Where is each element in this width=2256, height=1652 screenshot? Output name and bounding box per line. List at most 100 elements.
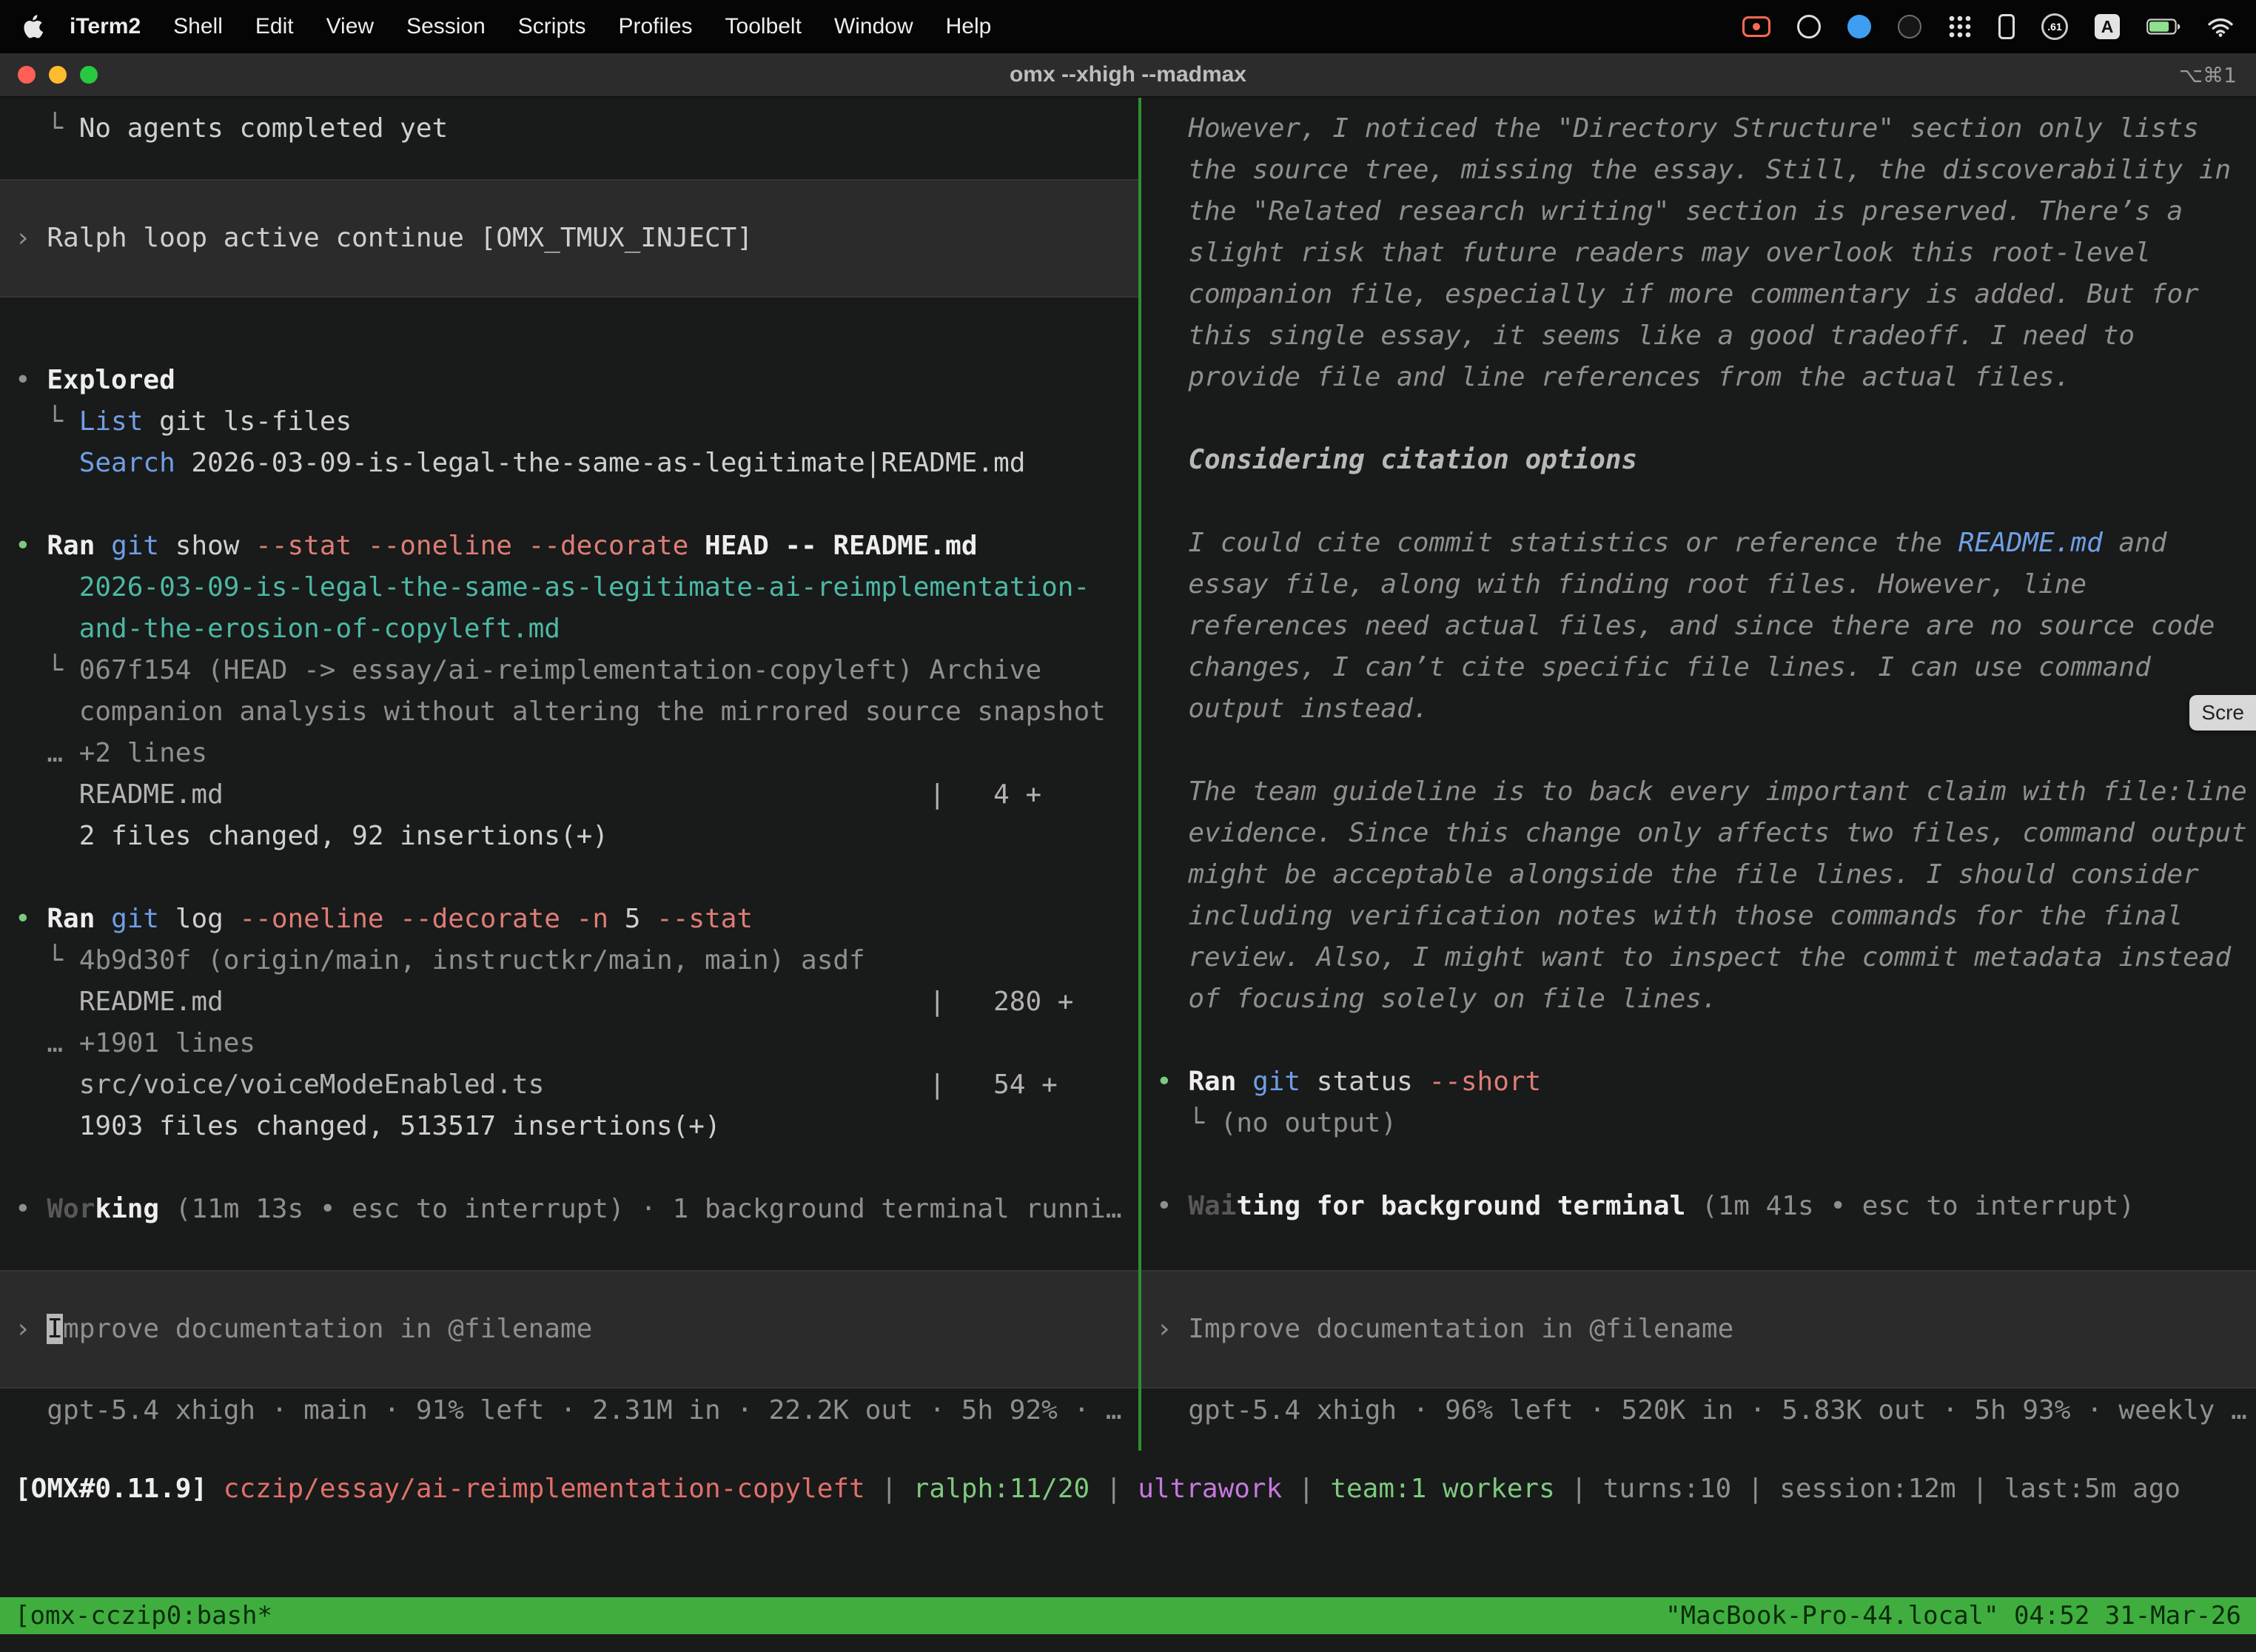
apps-grid-icon[interactable] bbox=[1948, 15, 1972, 38]
terminal-line: • Waiting for background terminal (1m 41… bbox=[1156, 1186, 2256, 1227]
terminal-line: › Improve documentation in @filename bbox=[1156, 1309, 2256, 1350]
gauge-icon[interactable]: .61 bbox=[2041, 13, 2068, 40]
terminal-line: companion analysis without altering the … bbox=[15, 691, 1138, 733]
terminal-line: • Explored bbox=[15, 360, 1138, 401]
blank-line bbox=[1156, 398, 2256, 440]
terminal-line: 2026-03-09-is-legal-the-same-as-legitima… bbox=[15, 567, 1138, 608]
menu-item-shell[interactable]: Shell bbox=[157, 14, 239, 39]
menu-item-iterm2[interactable]: iTerm2 bbox=[53, 14, 157, 39]
terminal-line: └ No agents completed yet bbox=[15, 108, 1138, 150]
terminal-line: … +1901 lines bbox=[15, 1023, 1138, 1064]
omx-status-bar: [OMX#0.11.9] cczip/essay/ai-reimplementa… bbox=[0, 1468, 2256, 1510]
terminal-line: src/voice/voiceModeEnabled.ts | 54 + bbox=[15, 1064, 1138, 1106]
menu-item-help[interactable]: Help bbox=[930, 14, 1008, 39]
blank-line bbox=[1156, 1020, 2256, 1061]
terminal-line: review. Also, I might want to inspect th… bbox=[1156, 937, 2256, 978]
window-shortcut-badge: ⌥⌘1 bbox=[2179, 63, 2256, 87]
menu-item-scripts[interactable]: Scripts bbox=[502, 14, 602, 39]
blank-line bbox=[15, 1147, 1138, 1189]
close-button[interactable] bbox=[18, 66, 36, 84]
terminal-line: README.md | 4 + bbox=[15, 774, 1138, 816]
blank-line bbox=[1156, 730, 2256, 771]
blank-line bbox=[15, 857, 1138, 899]
screen-recording-icon[interactable] bbox=[1742, 16, 1770, 37]
battery-icon[interactable] bbox=[2146, 19, 2181, 35]
menu-status-icons: .61 A bbox=[1742, 13, 2234, 40]
blank-line bbox=[1156, 1144, 2256, 1186]
terminal-line: › Ralph loop active continue [OMX_TMUX_I… bbox=[15, 218, 1138, 259]
terminal-line: changes, I can’t cite specific file line… bbox=[1156, 647, 2256, 688]
terminal-line: └ (no output) bbox=[1156, 1103, 2256, 1144]
menu-items: iTerm2ShellEditViewSessionScriptsProfile… bbox=[53, 14, 1007, 39]
terminal-line: the "Related research writing" section i… bbox=[1156, 191, 2256, 232]
terminal-line: The team guideline is to back every impo… bbox=[1156, 771, 2256, 813]
right-session-stats: gpt-5.4 xhigh · 96% left · 520K in · 5.8… bbox=[1156, 1390, 2256, 1431]
browser-icon[interactable] bbox=[1797, 15, 1821, 38]
traffic-lights bbox=[0, 66, 98, 84]
menu-item-window[interactable]: Window bbox=[818, 14, 930, 39]
apple-menu-icon[interactable] bbox=[22, 14, 43, 39]
left-terminal-pane[interactable]: └ No agents completed yet › Ralph loop a… bbox=[0, 98, 1138, 1451]
terminal-line: of focusing solely on file lines. bbox=[1156, 978, 2256, 1020]
terminal-line: references need actual files, and since … bbox=[1156, 605, 2256, 647]
terminal-line: evidence. Since this change only affects… bbox=[1156, 813, 2256, 854]
input-source-icon[interactable]: A bbox=[2095, 14, 2120, 39]
terminal-line: this single essay, it seems like a good … bbox=[1156, 315, 2256, 357]
app-icon-dark[interactable] bbox=[1898, 15, 1921, 38]
terminal-line: Search 2026-03-09-is-legal-the-same-as-l… bbox=[15, 443, 1138, 484]
ralph-inject-banner: › Ralph loop active continue [OMX_TMUX_I… bbox=[0, 179, 1138, 298]
terminal-line: including verification notes with those … bbox=[1156, 896, 2256, 937]
terminal-line: … +2 lines bbox=[15, 733, 1138, 774]
menu-item-toolbelt[interactable]: Toolbelt bbox=[709, 14, 818, 39]
terminal-line: the source tree, missing the essay. Stil… bbox=[1156, 150, 2256, 191]
terminal-line: might be acceptable alongside the file l… bbox=[1156, 854, 2256, 896]
left-pane-scrollback: • Explored └ List git ls-files Search 20… bbox=[15, 360, 1138, 1230]
blank-line bbox=[1156, 481, 2256, 523]
terminal-line: • Ran git show --stat --oneline --decora… bbox=[15, 526, 1138, 567]
menu-item-view[interactable]: View bbox=[310, 14, 390, 39]
tmux-session-label: [omx-cczip0:bash* bbox=[15, 1601, 272, 1631]
phone-icon[interactable] bbox=[1998, 14, 2015, 39]
terminal-line: essay file, along with finding root file… bbox=[1156, 564, 2256, 605]
terminal-line: └ 4b9d30f (origin/main, instructkr/main,… bbox=[15, 940, 1138, 981]
terminal-line: README.md | 280 + bbox=[15, 981, 1138, 1023]
terminal-line: and-the-erosion-of-copyleft.md bbox=[15, 608, 1138, 650]
left-session-stats: gpt-5.4 xhigh · main · 91% left · 2.31M … bbox=[15, 1390, 1138, 1431]
terminal-line: provide file and line references from th… bbox=[1156, 357, 2256, 398]
right-terminal-pane[interactable]: However, I noticed the "Directory Struct… bbox=[1141, 98, 2256, 1451]
terminal-line: • Ran git status --short bbox=[1156, 1061, 2256, 1103]
app-icon-blue[interactable] bbox=[1847, 15, 1871, 38]
screenshot-root: iTerm2ShellEditViewSessionScriptsProfile… bbox=[0, 0, 2256, 1652]
wifi-icon[interactable] bbox=[2207, 17, 2234, 37]
terminal-line: › Improve documentation in @filename bbox=[15, 1309, 1138, 1350]
blank-line bbox=[15, 484, 1138, 526]
tmux-panes: └ No agents completed yet › Ralph loop a… bbox=[0, 98, 2256, 1451]
left-prompt-input[interactable]: › Improve documentation in @filename bbox=[0, 1270, 1138, 1389]
window-title: omx --xhigh --madmax bbox=[0, 62, 2256, 87]
left-pane-top: └ No agents completed yet bbox=[15, 108, 1138, 150]
screen-tooltip: Scre bbox=[2189, 695, 2256, 731]
fullscreen-button[interactable] bbox=[80, 66, 98, 84]
terminal-line: I could cite commit statistics or refere… bbox=[1156, 523, 2256, 564]
terminal-line: • Ran git log --oneline --decorate -n 5 … bbox=[15, 899, 1138, 940]
right-pane-scrollback: However, I noticed the "Directory Struct… bbox=[1156, 108, 2256, 1227]
menu-item-profiles[interactable]: Profiles bbox=[602, 14, 708, 39]
left-pane-bottom: › Improve documentation in @filename gpt… bbox=[15, 1270, 1138, 1431]
right-prompt-input[interactable]: › Improve documentation in @filename bbox=[1141, 1270, 2256, 1389]
terminal-line: Considering citation options bbox=[1156, 440, 2256, 481]
terminal-line: gpt-5.4 xhigh · main · 91% left · 2.31M … bbox=[15, 1390, 1138, 1431]
terminal-line: output instead. bbox=[1156, 688, 2256, 730]
terminal-line: • Working (11m 13s • esc to interrupt) ·… bbox=[15, 1189, 1138, 1230]
menu-item-edit[interactable]: Edit bbox=[239, 14, 310, 39]
menu-item-session[interactable]: Session bbox=[390, 14, 502, 39]
window-title-bar[interactable]: omx --xhigh --madmax ⌥⌘1 bbox=[0, 53, 2256, 98]
terminal-line: companion file, especially if more comme… bbox=[1156, 274, 2256, 315]
tmux-host-clock: "MacBook-Pro-44.local" 04:52 31-Mar-26 bbox=[1665, 1601, 2241, 1631]
tmux-status-bar: [omx-cczip0:bash* "MacBook-Pro-44.local"… bbox=[0, 1597, 2256, 1634]
terminal-line: [OMX#0.11.9] cczip/essay/ai-reimplementa… bbox=[15, 1468, 2256, 1510]
terminal-line: However, I noticed the "Directory Struct… bbox=[1156, 108, 2256, 150]
terminal-line: └ 067f154 (HEAD -> essay/ai-reimplementa… bbox=[15, 650, 1138, 691]
terminal-line: gpt-5.4 xhigh · 96% left · 520K in · 5.8… bbox=[1156, 1390, 2256, 1431]
right-pane-bottom: › Improve documentation in @filename gpt… bbox=[1156, 1270, 2256, 1431]
minimize-button[interactable] bbox=[49, 66, 67, 84]
